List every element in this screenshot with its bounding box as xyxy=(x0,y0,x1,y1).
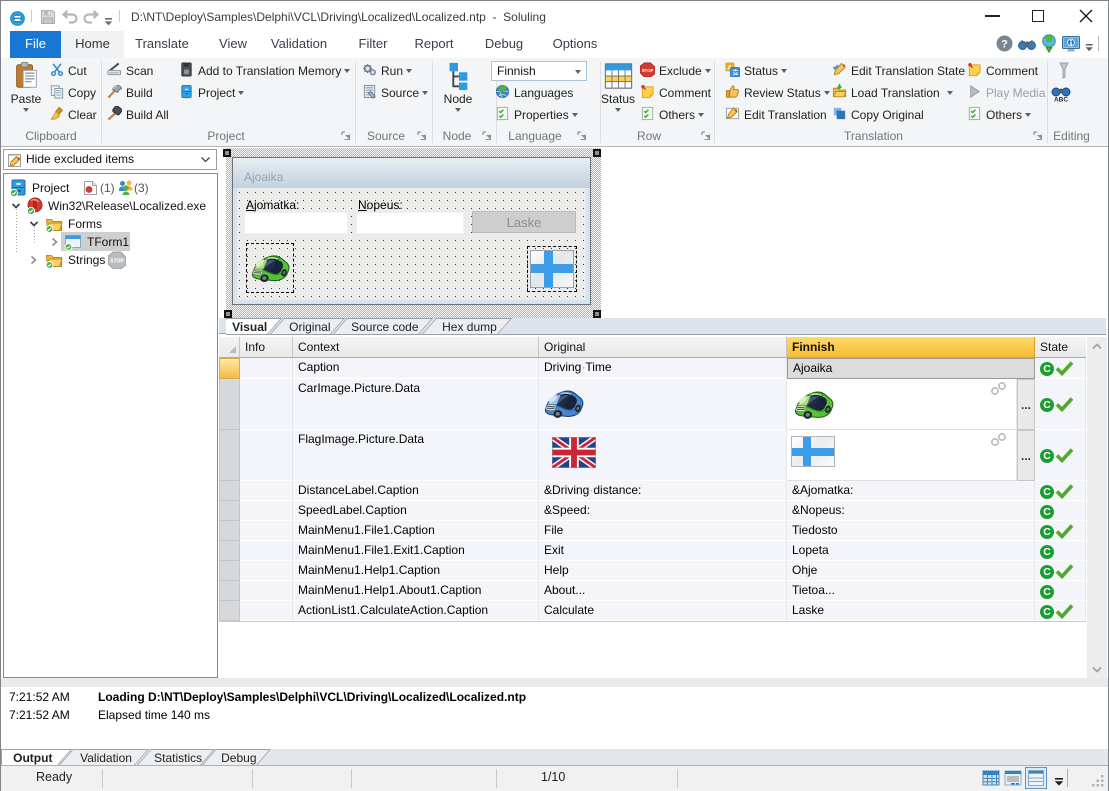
svg-text:STOP: STOP xyxy=(642,68,654,73)
svg-text:ABC: ABC xyxy=(1054,97,1068,104)
svg-text:?: ? xyxy=(1001,39,1008,51)
svg-text:STOP: STOP xyxy=(110,259,124,265)
